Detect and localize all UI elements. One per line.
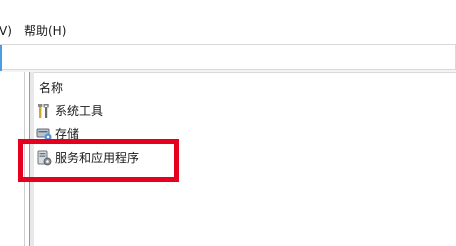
storage-icon xyxy=(36,128,52,141)
list-item-storage[interactable]: 存储 xyxy=(36,125,236,143)
services-apps-icon xyxy=(37,150,52,166)
details-pane: 名称 系统工具 存储 服务和应用程序 xyxy=(34,72,456,246)
menu-help[interactable]: 帮助(H) xyxy=(24,22,66,40)
system-tools-icon xyxy=(38,104,49,118)
menu-view[interactable]: V) xyxy=(0,22,12,40)
list-item-services-apps[interactable]: 服务和应用程序 xyxy=(36,149,236,167)
menu-bar: V) 帮助(H) xyxy=(0,0,456,44)
toolbar-accent xyxy=(0,45,2,71)
list-item-label: 存储 xyxy=(55,127,80,141)
column-header-name[interactable]: 名称 xyxy=(39,79,63,97)
list-item-system-tools[interactable]: 系统工具 xyxy=(36,102,236,120)
toolbar-strip xyxy=(0,44,456,71)
navigation-pane-edge xyxy=(24,72,25,246)
list-item-label: 系统工具 xyxy=(55,104,104,118)
toolbar xyxy=(0,44,456,72)
list-item-label: 服务和应用程序 xyxy=(55,151,140,165)
navigation-pane[interactable] xyxy=(0,72,30,246)
